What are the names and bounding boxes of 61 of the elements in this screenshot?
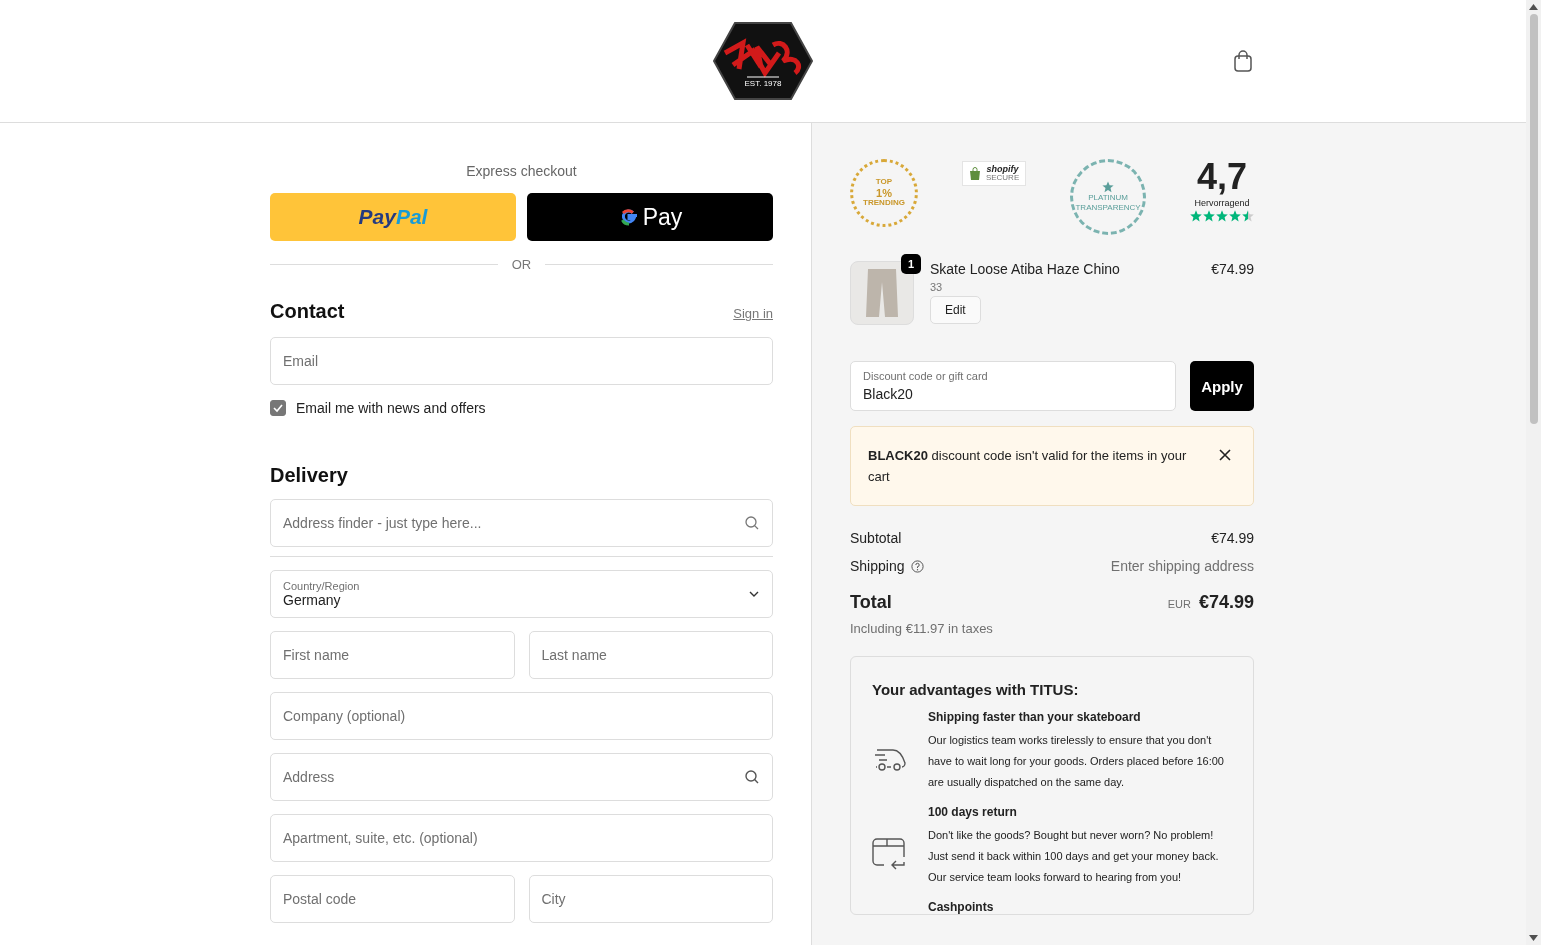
quantity-badge: 1 [901, 254, 921, 274]
star-icon [1102, 180, 1115, 193]
rating-score: 4,7 [1196, 159, 1247, 195]
product-price: €74.99 [1211, 261, 1254, 279]
checkmark-icon [272, 402, 284, 414]
advantages-heading: Your advantages with TITUS: [872, 681, 1080, 698]
shopping-bag-icon[interactable] [1233, 50, 1253, 72]
express-checkout-label: Express checkout [465, 163, 578, 179]
help-icon[interactable] [910, 559, 924, 573]
platinum-transparency-badge: PLATINUM TRANSPARENCY [1070, 159, 1147, 235]
taxes-note: Including €11.97 in taxes [850, 621, 994, 636]
search-icon [744, 769, 760, 785]
currency-label: EUR [1167, 598, 1191, 610]
paypal-button[interactable]: PayPal [270, 193, 516, 241]
advantage-text: Our logistics team works tirelessly to ensure that you don't have to wait long for your goods. Orders placed before 16:00 are usually dispatched on the same day. [928, 733, 1225, 790]
newsletter-checkbox[interactable] [270, 400, 286, 416]
input-field[interactable]: Company (optional) [270, 692, 773, 740]
subtotal-label: Subtotal [850, 530, 902, 546]
advantage-title: Shipping faster than your skateboard [928, 710, 1142, 724]
scroll-up-arrow-icon[interactable] [1529, 4, 1538, 10]
country-select[interactable]: Country/Region Germany [270, 570, 773, 618]
address-field[interactable]: Address [270, 753, 773, 801]
trousers-drawing [865, 268, 899, 318]
chevron-down-icon [748, 590, 760, 598]
return-box-icon [872, 836, 908, 871]
delivery-heading: Delivery [270, 464, 349, 487]
input-field[interactable]: Apartment, suite, etc. (optional) [270, 814, 773, 862]
input-field[interactable]: Postal code [270, 875, 515, 923]
apply-button[interactable]: Apply [1190, 361, 1254, 411]
input-field[interactable]: City [528, 875, 773, 923]
total-label: Total [850, 592, 892, 613]
total-value: €74.99 [1198, 592, 1254, 613]
scroll-thumb[interactable] [1529, 14, 1538, 424]
sign-in-link[interactable]: Sign in [733, 306, 773, 321]
search-icon [744, 515, 760, 531]
advantage-title: 100 days return [928, 805, 1018, 819]
close-icon[interactable] [1219, 449, 1231, 461]
newsletter-label: Email me with news and offers [296, 400, 486, 416]
subtotal-value: €74.99 [1211, 530, 1254, 546]
shopify-secure-badge: shopify SECURE [961, 161, 1027, 186]
advantage-title: Cashpoints [928, 900, 994, 914]
contact-heading: Contact [270, 300, 345, 323]
edit-button[interactable]: Edit [930, 296, 981, 324]
google-pay-button[interactable]: Pay [527, 193, 773, 241]
input-field[interactable]: Last name [528, 631, 773, 679]
address-finder-field[interactable]: Address finder - just type here... [270, 499, 773, 547]
top-trending-badge: TOP 1% TRENDING [850, 159, 918, 227]
discount-field-label: Discount code or gift card [863, 370, 988, 382]
shipping-label: Shipping [850, 558, 905, 574]
email-field[interactable]: Email [270, 337, 773, 385]
rating-label: Hervorragend [1194, 198, 1250, 208]
logo-tagline: EST. 1978 [743, 79, 783, 88]
or-divider-label: OR [511, 257, 532, 272]
scroll-down-arrow-icon[interactable] [1529, 935, 1538, 941]
discount-error-message: BLACK20 discount code isn't valid for the items in your cart [868, 447, 1188, 486]
advantage-text: Don't like the goods? Bought but never worn? No problem! Just send it back within 100 days and get your money back. Our service team looks forward to hearing from you! [928, 828, 1220, 885]
product-variant: 33 [930, 281, 943, 293]
product-name: Skate Loose Atiba Haze Chino [930, 261, 1120, 277]
shipping-value: Enter shipping address [1110, 558, 1254, 574]
brand-logo[interactable]: EST. 1978 [713, 21, 813, 101]
input-field[interactable]: First name [270, 631, 515, 679]
